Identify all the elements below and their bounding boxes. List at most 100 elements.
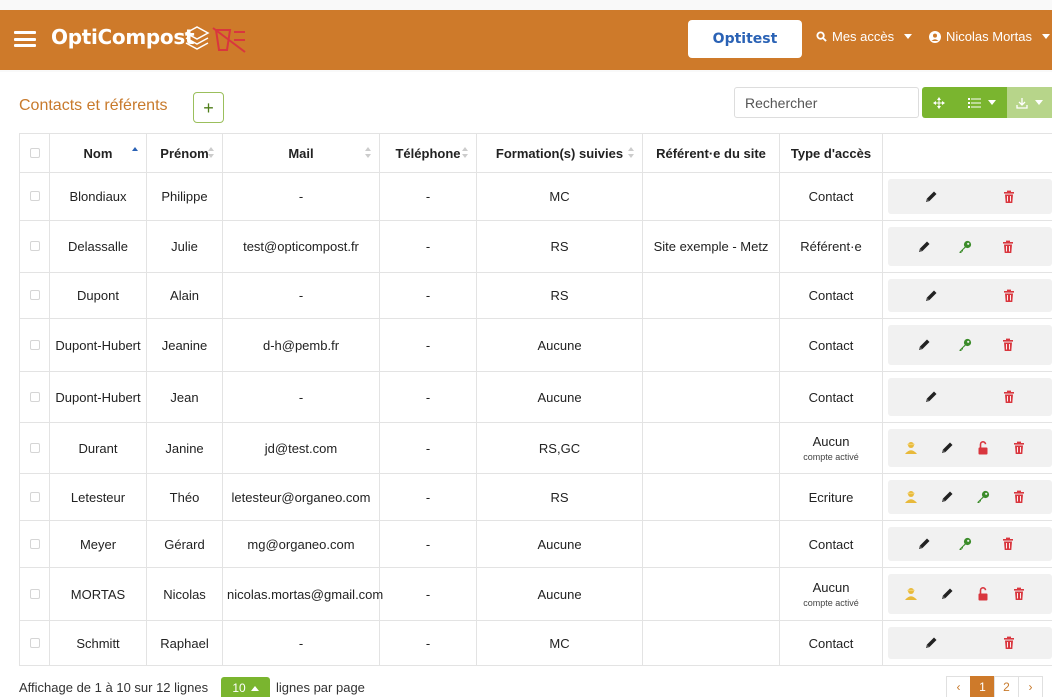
hamburger-menu-icon[interactable]	[14, 31, 36, 47]
row-checkbox[interactable]	[29, 241, 40, 251]
row-checkbox[interactable]	[29, 191, 40, 201]
user-menu-dropdown[interactable]: Nicolas Mortas	[929, 29, 1050, 44]
columns-list-button[interactable]	[956, 87, 1007, 118]
move-arrows-icon	[933, 96, 945, 109]
cell-telephone: -	[379, 318, 477, 372]
per-page-label: lignes par page	[276, 680, 365, 695]
row-checkbox[interactable]	[29, 391, 40, 402]
edit-icon[interactable]	[923, 635, 939, 651]
column-header-type-acces: Type d'accès	[779, 133, 883, 173]
edit-icon[interactable]	[923, 288, 939, 304]
column-header-prenom[interactable]: Prénom	[146, 133, 223, 173]
edit-icon[interactable]	[916, 337, 932, 353]
actions-group	[888, 627, 1052, 659]
export-button[interactable]	[1007, 87, 1052, 118]
cell-nom: Dupont	[49, 272, 147, 319]
cell-prenom: Gérard	[146, 520, 223, 568]
navbar-bar: OptiCompost Optitest Mes accès Nicolas M…	[0, 10, 1052, 70]
trash-icon[interactable]	[1000, 536, 1016, 552]
key-icon[interactable]	[975, 489, 991, 505]
cell-referent: Site exemple - Metz	[642, 220, 780, 273]
trash-icon[interactable]	[1001, 389, 1017, 405]
unlock-icon[interactable]	[975, 440, 991, 456]
mes-acces-dropdown[interactable]: Mes accès	[816, 29, 913, 44]
user-icon[interactable]	[903, 440, 919, 456]
row-checkbox[interactable]	[29, 442, 40, 453]
edit-icon[interactable]	[939, 489, 955, 505]
cell-referent	[642, 567, 780, 621]
chevron-down-icon	[904, 34, 913, 39]
unlock-icon[interactable]	[975, 586, 991, 602]
row-checkbox[interactable]	[29, 538, 40, 549]
search-input[interactable]	[734, 87, 919, 118]
prev-page-button[interactable]: ‹	[946, 676, 971, 697]
cell-formation: RS	[476, 220, 643, 273]
edit-icon[interactable]	[923, 189, 939, 205]
cell-telephone: -	[379, 620, 477, 666]
row-actions	[882, 172, 1052, 221]
key-icon[interactable]	[957, 536, 973, 552]
trash-icon[interactable]	[1001, 635, 1017, 651]
page-button-2[interactable]: 2	[994, 676, 1019, 697]
cell-nom: Letesteur	[49, 473, 147, 521]
table-row: Durant Janine jd@test.com - RS,GC Aucun compte…	[19, 422, 1052, 474]
row-checkbox[interactable]	[29, 339, 40, 350]
key-icon[interactable]	[957, 239, 973, 255]
column-header-mail[interactable]: Mail	[222, 133, 380, 173]
page-title: Contacts et référents	[19, 97, 168, 114]
move-columns-button[interactable]	[922, 87, 956, 118]
row-select-cell	[19, 473, 50, 521]
cell-nom: Schmitt	[49, 620, 147, 666]
row-actions	[882, 620, 1052, 666]
select-all-checkbox[interactable]	[29, 147, 40, 158]
cell-formation: RS	[476, 272, 643, 319]
row-checkbox[interactable]	[29, 637, 40, 648]
download-icon	[1016, 97, 1028, 109]
actions-group	[888, 179, 1052, 214]
cell-mail: -	[222, 172, 380, 221]
trash-icon[interactable]	[1001, 189, 1017, 205]
row-checkbox[interactable]	[29, 290, 40, 300]
trash-icon[interactable]	[1001, 288, 1017, 304]
cell-referent	[642, 371, 780, 423]
trash-icon[interactable]	[1011, 440, 1027, 456]
cell-mail: -	[222, 620, 380, 666]
user-icon[interactable]	[903, 489, 919, 505]
page-size-dropdown[interactable]: 10	[221, 677, 270, 697]
trash-icon[interactable]	[1011, 489, 1027, 505]
key-icon[interactable]	[957, 337, 973, 353]
trash-icon[interactable]	[1000, 239, 1016, 255]
column-header-telephone[interactable]: Téléphone	[379, 133, 477, 173]
edit-icon[interactable]	[923, 389, 939, 405]
cell-type-acces: Contact	[779, 371, 883, 423]
page-button-1[interactable]: 1	[970, 676, 995, 697]
column-header-nom[interactable]: Nom	[49, 133, 147, 173]
column-header-formations[interactable]: Formation(s) suivies	[476, 133, 643, 173]
row-checkbox[interactable]	[29, 588, 40, 599]
edit-icon[interactable]	[916, 239, 932, 255]
cell-mail: nicolas.mortas@gmail.com	[222, 567, 383, 621]
row-checkbox[interactable]	[29, 491, 40, 502]
user-name: Nicolas Mortas	[946, 29, 1032, 44]
optitest-button[interactable]: Optitest	[688, 20, 802, 58]
cell-type-acces: Contact	[779, 520, 883, 568]
next-page-button[interactable]: ›	[1018, 676, 1043, 697]
select-all-header	[19, 133, 50, 173]
add-contact-button[interactable]: +	[193, 92, 224, 123]
row-select-cell	[19, 220, 50, 273]
page-size-value: 10	[232, 681, 246, 695]
edit-icon[interactable]	[939, 586, 955, 602]
cell-type-acces: Référent·e	[779, 220, 883, 273]
edit-icon[interactable]	[916, 536, 932, 552]
edit-icon[interactable]	[939, 440, 955, 456]
cell-prenom: Janine	[146, 422, 223, 474]
sort-icon	[628, 147, 634, 158]
cell-type-acces: Contact	[779, 318, 883, 372]
trash-icon[interactable]	[1000, 337, 1016, 353]
table-row: MORTAS Nicolas nicolas.mortas@gmail.com - Au…	[19, 567, 1052, 621]
trash-icon[interactable]	[1011, 586, 1027, 602]
row-select-cell	[19, 567, 50, 621]
row-actions	[882, 567, 1052, 621]
cell-formation: MC	[476, 620, 643, 666]
user-icon[interactable]	[903, 586, 919, 602]
